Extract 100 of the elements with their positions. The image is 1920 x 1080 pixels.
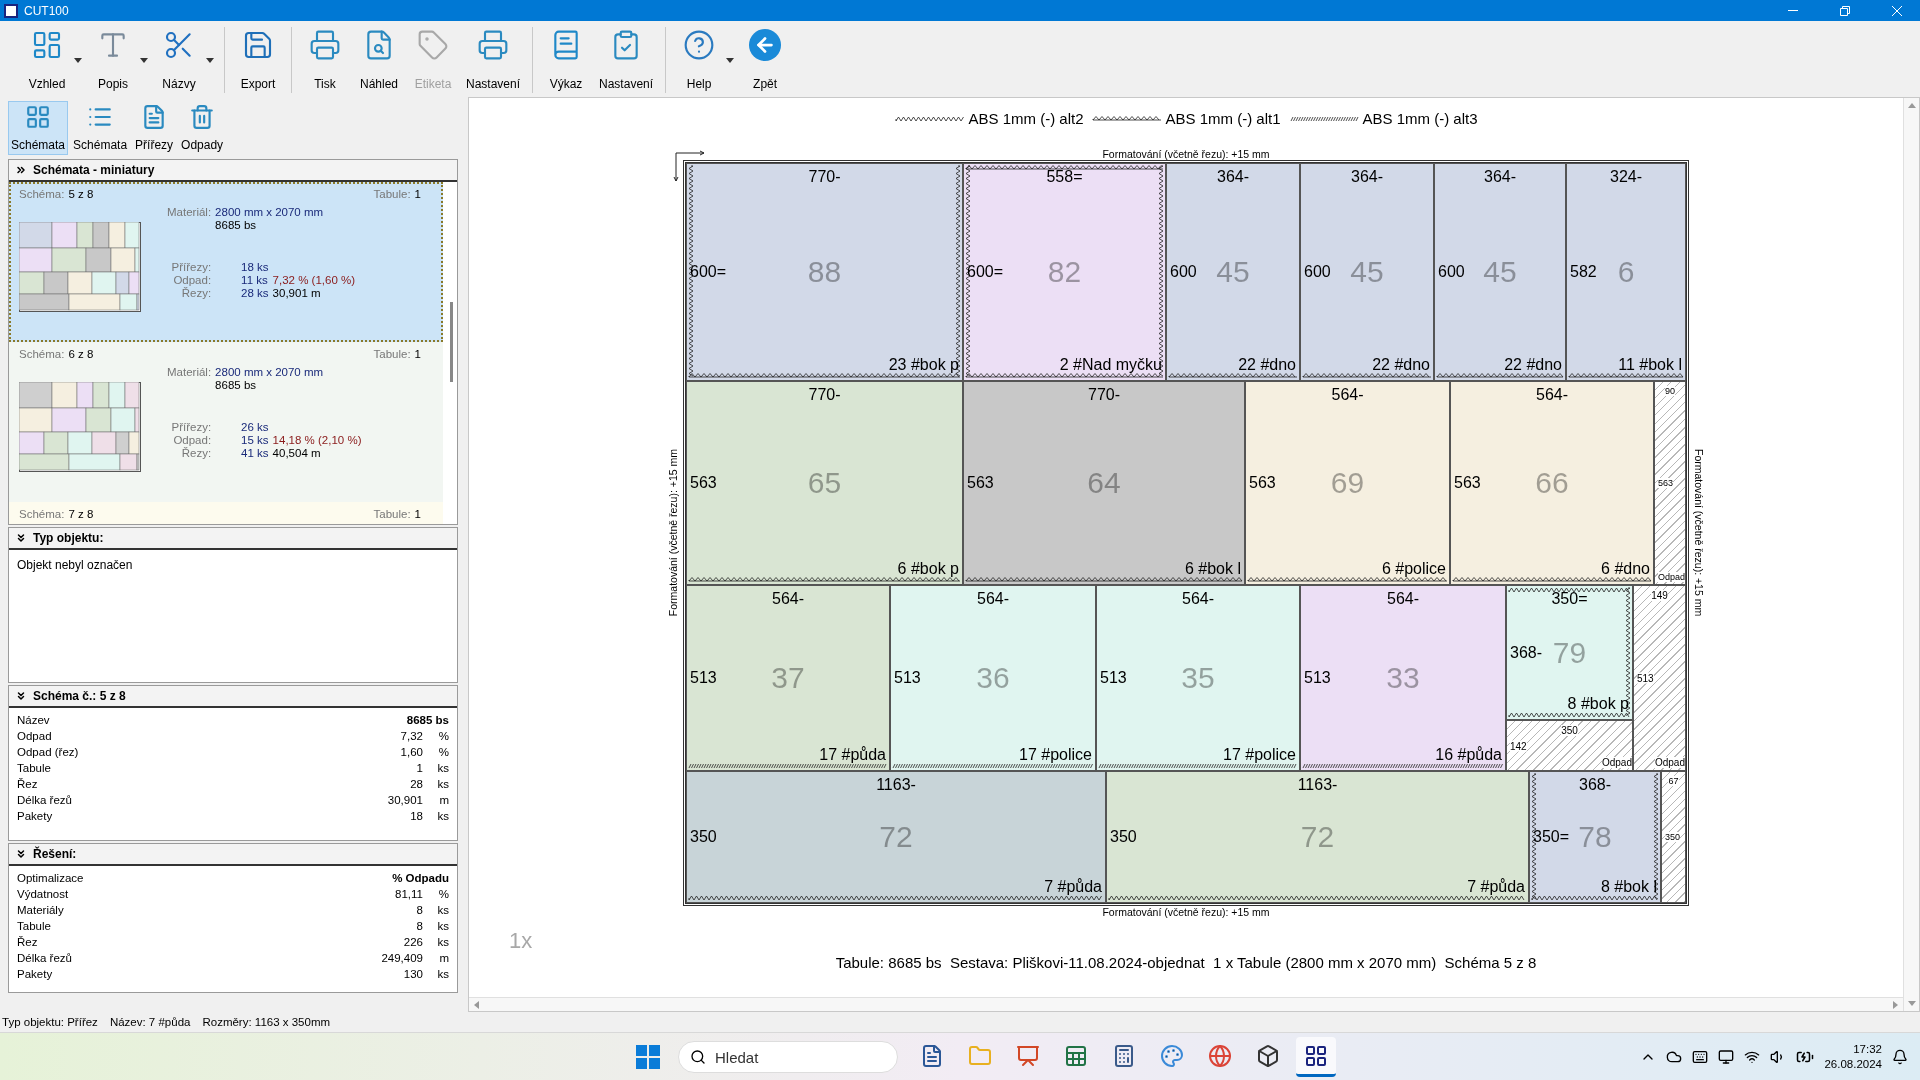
piece-number: 66 bbox=[1535, 466, 1569, 500]
cut-piece[interactable]: 770- 563 65 6 #bok p bbox=[686, 381, 963, 585]
schema-card[interactable]: Schéma: 6 z 8 Tabule: 1 Materiál: 2800 mm x 2070 mm 8685 bs Přířezy: 26 ks Odpad: 15 ks 14,18 % (2,10 %) Řezy: 41 ks 40,504 m bbox=[9, 342, 443, 502]
cut-piece[interactable]: 564- 513 35 17 #police bbox=[1096, 585, 1300, 771]
cut-piece[interactable]: 564- 513 37 17 #půda bbox=[686, 585, 890, 771]
stat-label: Tabule bbox=[17, 762, 52, 774]
cut-piece[interactable]: 770- 600= 88 23 #bok p bbox=[686, 163, 963, 381]
cut-piece[interactable]: 364- 600 45 22 #dno bbox=[1434, 163, 1566, 381]
piece-label: 17 #police bbox=[1223, 746, 1296, 764]
toolbar-button[interactable]: Zpět bbox=[738, 27, 793, 93]
keyboard-icon[interactable] bbox=[1692, 1049, 1709, 1065]
grid-app-icon bbox=[1304, 1043, 1328, 1068]
piece-width: 1163- bbox=[1297, 776, 1338, 794]
piece-label: 7 #půda bbox=[1467, 878, 1525, 896]
cut-piece[interactable]: 364- 600 45 22 #dno bbox=[1300, 163, 1434, 381]
schema-card[interactable]: Schéma: 7 z 8 Tabule: 1 bbox=[9, 502, 443, 524]
cut-piece[interactable]: 558= 600= 82 2 #Nad myčku bbox=[963, 163, 1166, 381]
label-icon bbox=[417, 29, 449, 61]
stat-value: 8 bbox=[416, 920, 423, 932]
piece-number: 72 bbox=[1300, 820, 1335, 854]
toolbar-button[interactable]: Nastavení bbox=[460, 27, 527, 93]
view-tab[interactable]: Odpady bbox=[178, 101, 227, 155]
waste-piece[interactable]: 67 350 bbox=[1661, 771, 1686, 903]
caret-icon[interactable] bbox=[140, 57, 148, 63]
toolbar-button[interactable]: Nastavení bbox=[593, 27, 660, 93]
stat-unit: ks bbox=[436, 968, 449, 980]
piece-height: 563 bbox=[690, 474, 717, 492]
display-icon[interactable] bbox=[1718, 1049, 1735, 1065]
piece-width: 368- bbox=[1579, 776, 1611, 794]
waste-percent: 7,32 % (1,60 %) bbox=[272, 274, 356, 286]
cut-piece[interactable]: 368- 350= 78 8 #bok l bbox=[1529, 771, 1661, 903]
close-icon bbox=[1892, 5, 1902, 16]
toolbar-button[interactable]: Názvy bbox=[152, 27, 206, 93]
piece-width: 564- bbox=[1536, 386, 1568, 404]
piece-height: 600 bbox=[1438, 263, 1465, 281]
piece-height: 582 bbox=[1570, 263, 1597, 281]
toolbar-button[interactable]: Help bbox=[672, 27, 727, 93]
piece-height: 350 bbox=[690, 828, 717, 846]
status-text: Rozměry: 1163 x 350mm bbox=[202, 1016, 331, 1028]
cut-piece[interactable]: 350= 368- 79 8 #bok p bbox=[1506, 585, 1633, 720]
view-tab[interactable]: Schémata bbox=[70, 101, 131, 155]
cut-piece[interactable]: 564- 563 69 6 #police bbox=[1245, 381, 1450, 585]
vertical-scrollbar[interactable] bbox=[1903, 98, 1919, 1011]
piece-height: 563 bbox=[1249, 474, 1276, 492]
piece-height: 563 bbox=[967, 474, 994, 492]
toolbar-button[interactable]: Popis bbox=[86, 27, 140, 93]
legend-label: ABS 1mm (-) alt1 bbox=[1165, 109, 1281, 127]
caret-icon[interactable] bbox=[74, 57, 82, 63]
piece-label: 17 #půda bbox=[819, 746, 886, 764]
stat-unit: ks bbox=[436, 762, 449, 774]
cut-piece[interactable]: 564- 513 33 16 #půda bbox=[1300, 585, 1506, 771]
cut-piece[interactable]: 770- 563 64 6 #bok l bbox=[963, 381, 1245, 585]
toolbar-button[interactable]: Vzhled bbox=[20, 27, 74, 93]
toolbar-button[interactable]: Náhled bbox=[352, 27, 406, 93]
section-title: Typ objektu: bbox=[33, 531, 104, 545]
horizontal-scrollbar[interactable] bbox=[469, 997, 1903, 1011]
double-chevron-icon bbox=[15, 164, 27, 176]
piece-width: 364- bbox=[1351, 168, 1383, 186]
bell-icon[interactable] bbox=[1892, 1049, 1908, 1065]
piece-label: 22 #dno bbox=[1238, 356, 1296, 374]
search-field[interactable]: Hledat bbox=[678, 1041, 898, 1073]
cut-piece[interactable]: 1163- 350 72 7 #půda bbox=[1106, 771, 1529, 903]
start-icon[interactable] bbox=[636, 1045, 660, 1069]
toolbar-button[interactable]: Export bbox=[231, 27, 285, 93]
margin-label: Formatování (včetně řezu): +15 mm bbox=[1102, 148, 1270, 160]
cloud-icon[interactable] bbox=[1666, 1049, 1683, 1065]
material-name: 8685 bs bbox=[215, 379, 258, 391]
piece-height: 513 bbox=[1100, 669, 1127, 687]
toolbar-button[interactable]: Tisk bbox=[298, 27, 352, 93]
schema-number: 6 z 8 bbox=[68, 348, 94, 360]
piece-width: 770- bbox=[808, 386, 841, 404]
field-label: Odpad: bbox=[172, 274, 212, 286]
stat-label: Optimalizace bbox=[17, 872, 85, 884]
stat-unit: m bbox=[438, 952, 449, 964]
toolbar-button[interactable]: Výkaz bbox=[539, 27, 594, 93]
stat-unit: ks bbox=[436, 920, 449, 932]
stat-value: 1 bbox=[416, 762, 423, 774]
stat-value: 30,901 bbox=[387, 794, 423, 806]
waste-piece[interactable]: 149 513 Odpad bbox=[1633, 585, 1686, 771]
schema-card[interactable]: Schéma: 5 z 8 Tabule: 1 Materiál: 2800 mm x 2070 mm 8685 bs Přířezy: 18 ks Odpad: 11 ks 7,32 % (1,60 %) Řezy: 28 ks 30,901 m bbox=[9, 182, 443, 342]
wifi-icon[interactable] bbox=[1744, 1049, 1761, 1065]
cut-piece[interactable]: 564- 563 66 6 #dno bbox=[1450, 381, 1654, 585]
cut-piece[interactable]: 364- 600 45 22 #dno bbox=[1166, 163, 1300, 381]
cut-piece[interactable]: 324- 582 6 11 #bok l bbox=[1566, 163, 1686, 381]
taskbar-app[interactable] bbox=[1296, 1037, 1336, 1077]
piece-number: 72 bbox=[879, 820, 913, 854]
cuts-count: 28 ks bbox=[240, 287, 269, 299]
clock-date: 26.08.2024 bbox=[1824, 1057, 1882, 1072]
caret-icon[interactable] bbox=[726, 57, 735, 63]
scrollbar-thumb[interactable] bbox=[450, 302, 453, 382]
piece-width: 564- bbox=[1331, 386, 1364, 404]
view-tab[interactable]: Schémata bbox=[8, 101, 69, 155]
stat-label: Název bbox=[17, 714, 51, 726]
cut-piece[interactable]: 564- 513 36 17 #police bbox=[890, 585, 1096, 771]
waste-piece[interactable]: 90 563 Odpad bbox=[1654, 381, 1686, 585]
stat-unit: % bbox=[437, 888, 449, 900]
cut-piece[interactable]: 1163- 350 72 7 #půda bbox=[686, 771, 1106, 903]
view-tab[interactable]: Přířezy bbox=[132, 101, 177, 155]
caret-icon[interactable] bbox=[206, 57, 214, 63]
waste-piece[interactable]: 350 142 Odpad bbox=[1506, 720, 1633, 771]
